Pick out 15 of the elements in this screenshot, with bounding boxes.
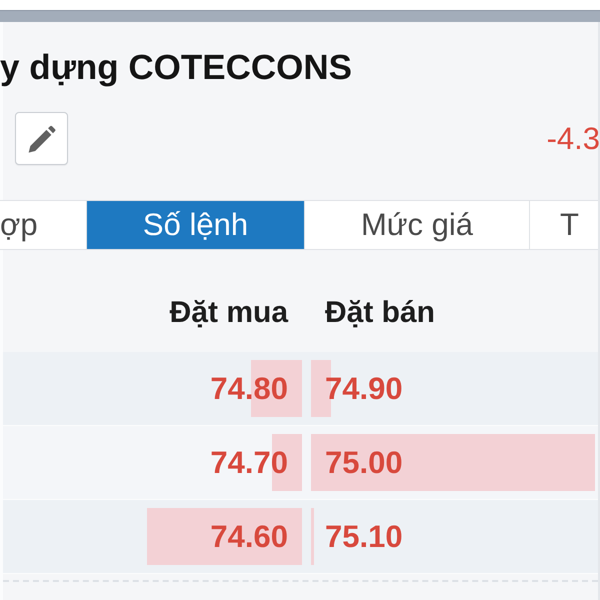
pencil-icon	[28, 124, 56, 152]
stock-title: y dựng COTECCONS	[0, 47, 352, 88]
ask-price: 75.10	[325, 518, 403, 554]
tab[interactable]: Số lệnh	[87, 201, 305, 249]
bid-price: 74.70	[210, 444, 288, 480]
bid-column-header: Đặt mua	[170, 295, 288, 331]
bid-price: 74.80	[210, 370, 288, 406]
price-change: -4.3	[546, 120, 600, 156]
ask-column-header: Đặt bán	[325, 295, 436, 331]
edit-button[interactable]	[15, 112, 68, 165]
tab[interactable]: T	[530, 201, 598, 249]
ask-price: 74.90	[325, 370, 403, 406]
tab[interactable]: Mức giá	[305, 201, 530, 249]
ask-price: 75.00	[325, 444, 403, 480]
bid-price: 74.60	[210, 518, 288, 554]
